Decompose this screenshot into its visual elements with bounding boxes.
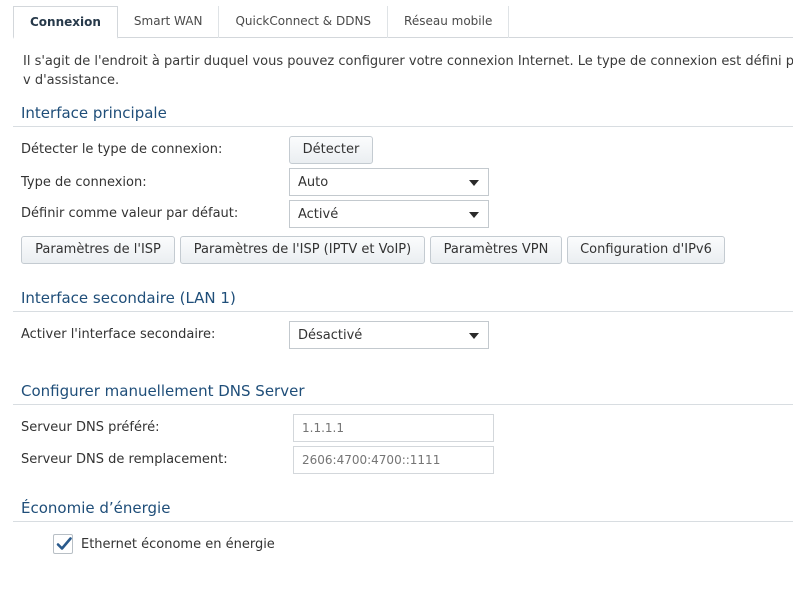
- ipv6-config-button[interactable]: Configuration d'IPv6: [567, 236, 725, 264]
- section-divider: [13, 311, 793, 312]
- preferred-dns-input[interactable]: [293, 414, 494, 442]
- alternate-dns-input[interactable]: [293, 446, 494, 474]
- enable-secondary-value: Désactivé: [298, 328, 363, 343]
- default-label: Définir comme valeur par défaut:: [21, 206, 239, 221]
- section-divider: [13, 404, 793, 405]
- conn-type-select[interactable]: Auto: [289, 168, 489, 196]
- isp-settings-button[interactable]: Paramètres de l'ISP: [21, 236, 175, 264]
- section-divider: [13, 126, 793, 127]
- tab-bar: Connexion Smart WAN QuickConnect & DDNS …: [13, 6, 793, 39]
- preferred-dns-label: Serveur DNS préféré:: [21, 420, 160, 435]
- tab-reseau-mobile[interactable]: Réseau mobile: [388, 6, 510, 38]
- enable-secondary-label: Activer l'interface secondaire:: [21, 327, 216, 342]
- conn-type-value: Auto: [298, 175, 329, 190]
- chevron-down-icon: [469, 180, 479, 186]
- section-title-primary: Interface principale: [21, 104, 167, 122]
- checkmark-icon: [56, 537, 72, 550]
- chevron-down-icon: [469, 212, 479, 218]
- default-select[interactable]: Activé: [289, 200, 489, 228]
- alternate-dns-label: Serveur DNS de remplacement:: [21, 452, 228, 467]
- section-divider: [13, 521, 793, 522]
- isp-iptv-voip-button[interactable]: Paramètres de l'ISP (IPTV et VoIP): [180, 236, 425, 264]
- section-title-dns: Configurer manuellement DNS Server: [21, 382, 305, 400]
- energy-efficient-label[interactable]: Ethernet économe en énergie: [81, 537, 275, 552]
- tab-quickconnect-ddns[interactable]: QuickConnect & DDNS: [219, 6, 389, 38]
- description-text: Il s'agit de l'endroit à partir duquel v…: [23, 54, 793, 88]
- default-value: Activé: [298, 207, 339, 222]
- detect-button[interactable]: Détecter: [289, 136, 373, 164]
- chevron-down-icon: [469, 333, 479, 339]
- energy-efficient-checkbox[interactable]: [53, 534, 73, 554]
- enable-secondary-select[interactable]: Désactivé: [289, 321, 489, 349]
- vpn-settings-button[interactable]: Paramètres VPN: [430, 236, 562, 264]
- detect-label: Détecter le type de connexion:: [21, 142, 223, 157]
- section-title-secondary: Interface secondaire (LAN 1): [21, 289, 236, 307]
- tab-smart-wan[interactable]: Smart WAN: [118, 6, 220, 38]
- tab-connexion[interactable]: Connexion: [13, 6, 118, 39]
- section-title-energy: Économie d’énergie: [21, 499, 171, 517]
- conn-type-label: Type de connexion:: [21, 175, 147, 190]
